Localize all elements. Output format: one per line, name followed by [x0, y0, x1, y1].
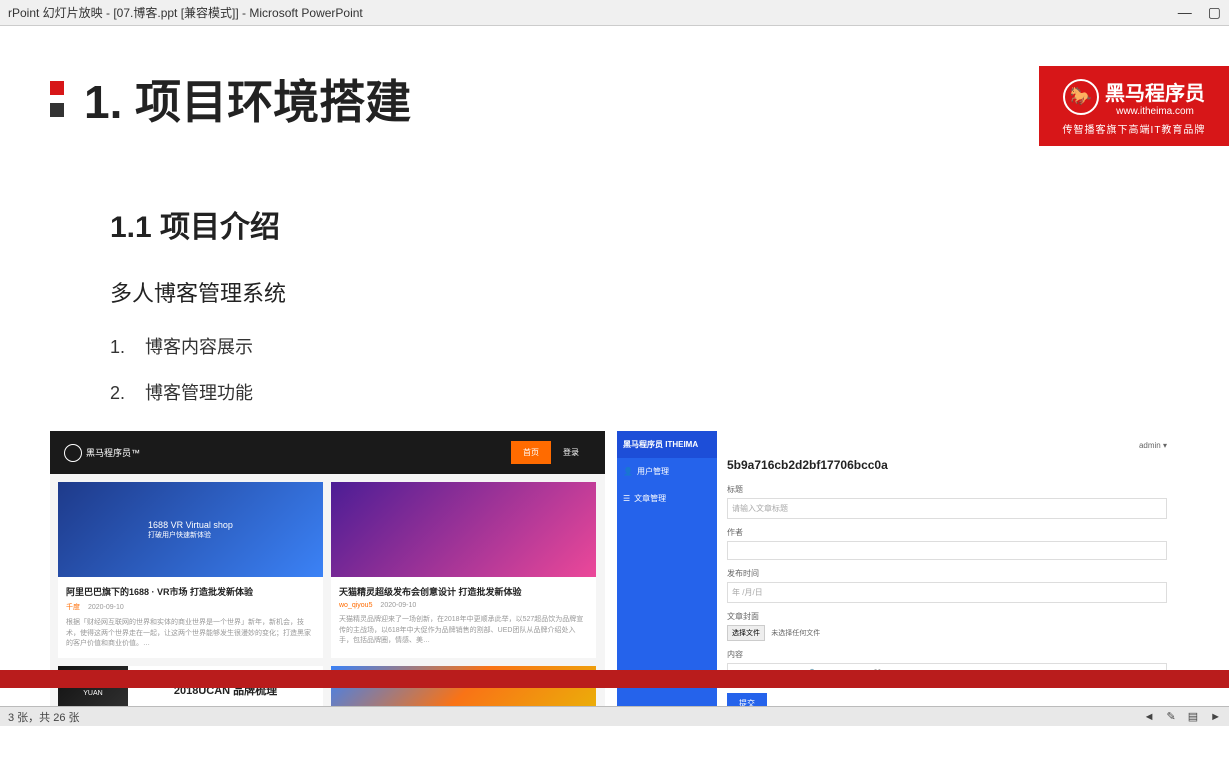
pen-icon[interactable]: ✎ [1166, 710, 1175, 723]
window-titlebar: rPoint 幻灯片放映 - [07.博客.ppt [兼容模式]] - Micr… [0, 0, 1229, 26]
blog-logo: 黑马程序员™ [64, 444, 140, 462]
card-meta: wo_qiyou5 2020-09-10 [339, 602, 588, 609]
author-input[interactable] [727, 541, 1167, 560]
window-controls: — ▢ [1178, 4, 1221, 21]
slide-heading: 1. 项目环境搭建 [84, 66, 411, 132]
list-text: 博客内容展示 [145, 337, 253, 357]
nav-login[interactable]: 登录 [551, 441, 591, 464]
file-input-row: 选择文件 未选择任何文件 [727, 625, 1167, 641]
nav-home[interactable]: 首页 [511, 441, 551, 464]
file-button[interactable]: 选择文件 [727, 625, 765, 641]
horse-icon [64, 444, 82, 462]
heading-block: 1. 项目环境搭建 [50, 66, 1179, 132]
article-icon: ☰ [623, 494, 630, 503]
sub-title: 多人博客管理系统 [110, 276, 1179, 308]
window-title-text: rPoint 幻灯片放映 - [07.博客.ppt [兼容模式]] - Micr… [8, 4, 363, 21]
content-section: 1.1 项目介绍 多人博客管理系统 1. 博客内容展示 2. 博客管理功能 [50, 202, 1179, 405]
heading-marker-icon [50, 81, 64, 117]
logo-name: 黑马程序员 [1105, 77, 1205, 106]
current-user[interactable]: admin [1139, 441, 1161, 450]
horse-icon: 🐎 [1063, 79, 1099, 115]
blog-card: 天猫精灵超级发布会创意设计 打造批发新体验 wo_qiyou5 2020-09-… [331, 482, 596, 658]
card-meta: 千度 2020-09-10 [66, 602, 315, 612]
label-title: 标题 [727, 484, 1167, 495]
menu-icon[interactable]: ▤ [1188, 710, 1198, 723]
list-text: 博客管理功能 [145, 383, 253, 403]
slide-area: 🐎 黑马程序员 www.itheima.com 传智播客旗下高端IT教育品牌 1… [0, 26, 1229, 726]
list-num: 1. [110, 337, 140, 358]
sidebar-item-articles[interactable]: ☰ 文章管理 [617, 485, 717, 512]
list-item: 2. 博客管理功能 [110, 379, 1179, 405]
sidebar-brand: 黑马程序员 ITHEIMA [617, 431, 717, 458]
label-author: 作者 [727, 527, 1167, 538]
slide-counter: 3 张，共 26 张 [8, 709, 80, 725]
card-text: 天猫精灵品牌迎来了一场创新，在2018年中更顺承此举，以527超品饮为品牌宣传的… [339, 615, 588, 647]
sub-heading: 1.1 项目介绍 [110, 202, 1179, 246]
prev-icon[interactable]: ◄ [1144, 711, 1155, 723]
blog-logo-text: 黑马程序员™ [86, 446, 140, 459]
blog-card: 1688 VR Virtual shop 打破用户快速新体验 阿里巴巴旗下的16… [58, 482, 323, 658]
blog-nav: 首页 登录 [511, 441, 591, 464]
status-right: ◄ ✎ ▤ ► [1144, 710, 1221, 723]
file-status: 未选择任何文件 [771, 630, 820, 637]
list-item: 1. 博客内容展示 [110, 333, 1179, 359]
user-icon: 👤 [623, 467, 633, 476]
scrollbar-horizontal[interactable] [0, 670, 1229, 688]
logo-url: www.itheima.com [1105, 106, 1205, 117]
page-title: 5b9a716cb2d2bf17706bcc0a [727, 458, 1167, 472]
date-input[interactable]: 年 /月/日 [727, 582, 1167, 603]
title-input[interactable]: 请输入文章标题 [727, 498, 1167, 519]
blog-cards: 1688 VR Virtual shop 打破用户快速新体验 阿里巴巴旗下的16… [50, 474, 605, 726]
list-num: 2. [110, 383, 140, 404]
label-date: 发布时间 [727, 568, 1167, 579]
label-content: 内容 [727, 649, 1167, 660]
card-text: 根据「财经网互联网的世界和实体的商业世界是一个世界」新年，新机会，技术，使得这两… [66, 618, 315, 650]
maximize-icon[interactable]: ▢ [1208, 4, 1221, 21]
brand-logo: 🐎 黑马程序员 www.itheima.com 传智播客旗下高端IT教育品牌 [1039, 66, 1229, 146]
next-icon[interactable]: ► [1210, 711, 1221, 723]
sidebar-item-users[interactable]: 👤 用户管理 [617, 458, 717, 485]
minimize-icon[interactable]: — [1178, 4, 1192, 21]
logo-tagline: 传智播客旗下高端IT教育品牌 [1063, 121, 1206, 136]
card-image: 1688 VR Virtual shop 打破用户快速新体验 [58, 482, 323, 577]
status-bar: 3 张，共 26 张 ◄ ✎ ▤ ► [0, 706, 1229, 726]
card-image [331, 482, 596, 577]
card-title: 天猫精灵超级发布会创意设计 打造批发新体验 [339, 585, 588, 598]
label-cover: 文章封面 [727, 611, 1167, 622]
blog-header: 黑马程序员™ 首页 登录 [50, 431, 605, 474]
admin-topbar: admin ▾ [727, 441, 1167, 458]
card-title: 阿里巴巴旗下的1688 · VR市场 打造批发新体验 [66, 585, 315, 598]
